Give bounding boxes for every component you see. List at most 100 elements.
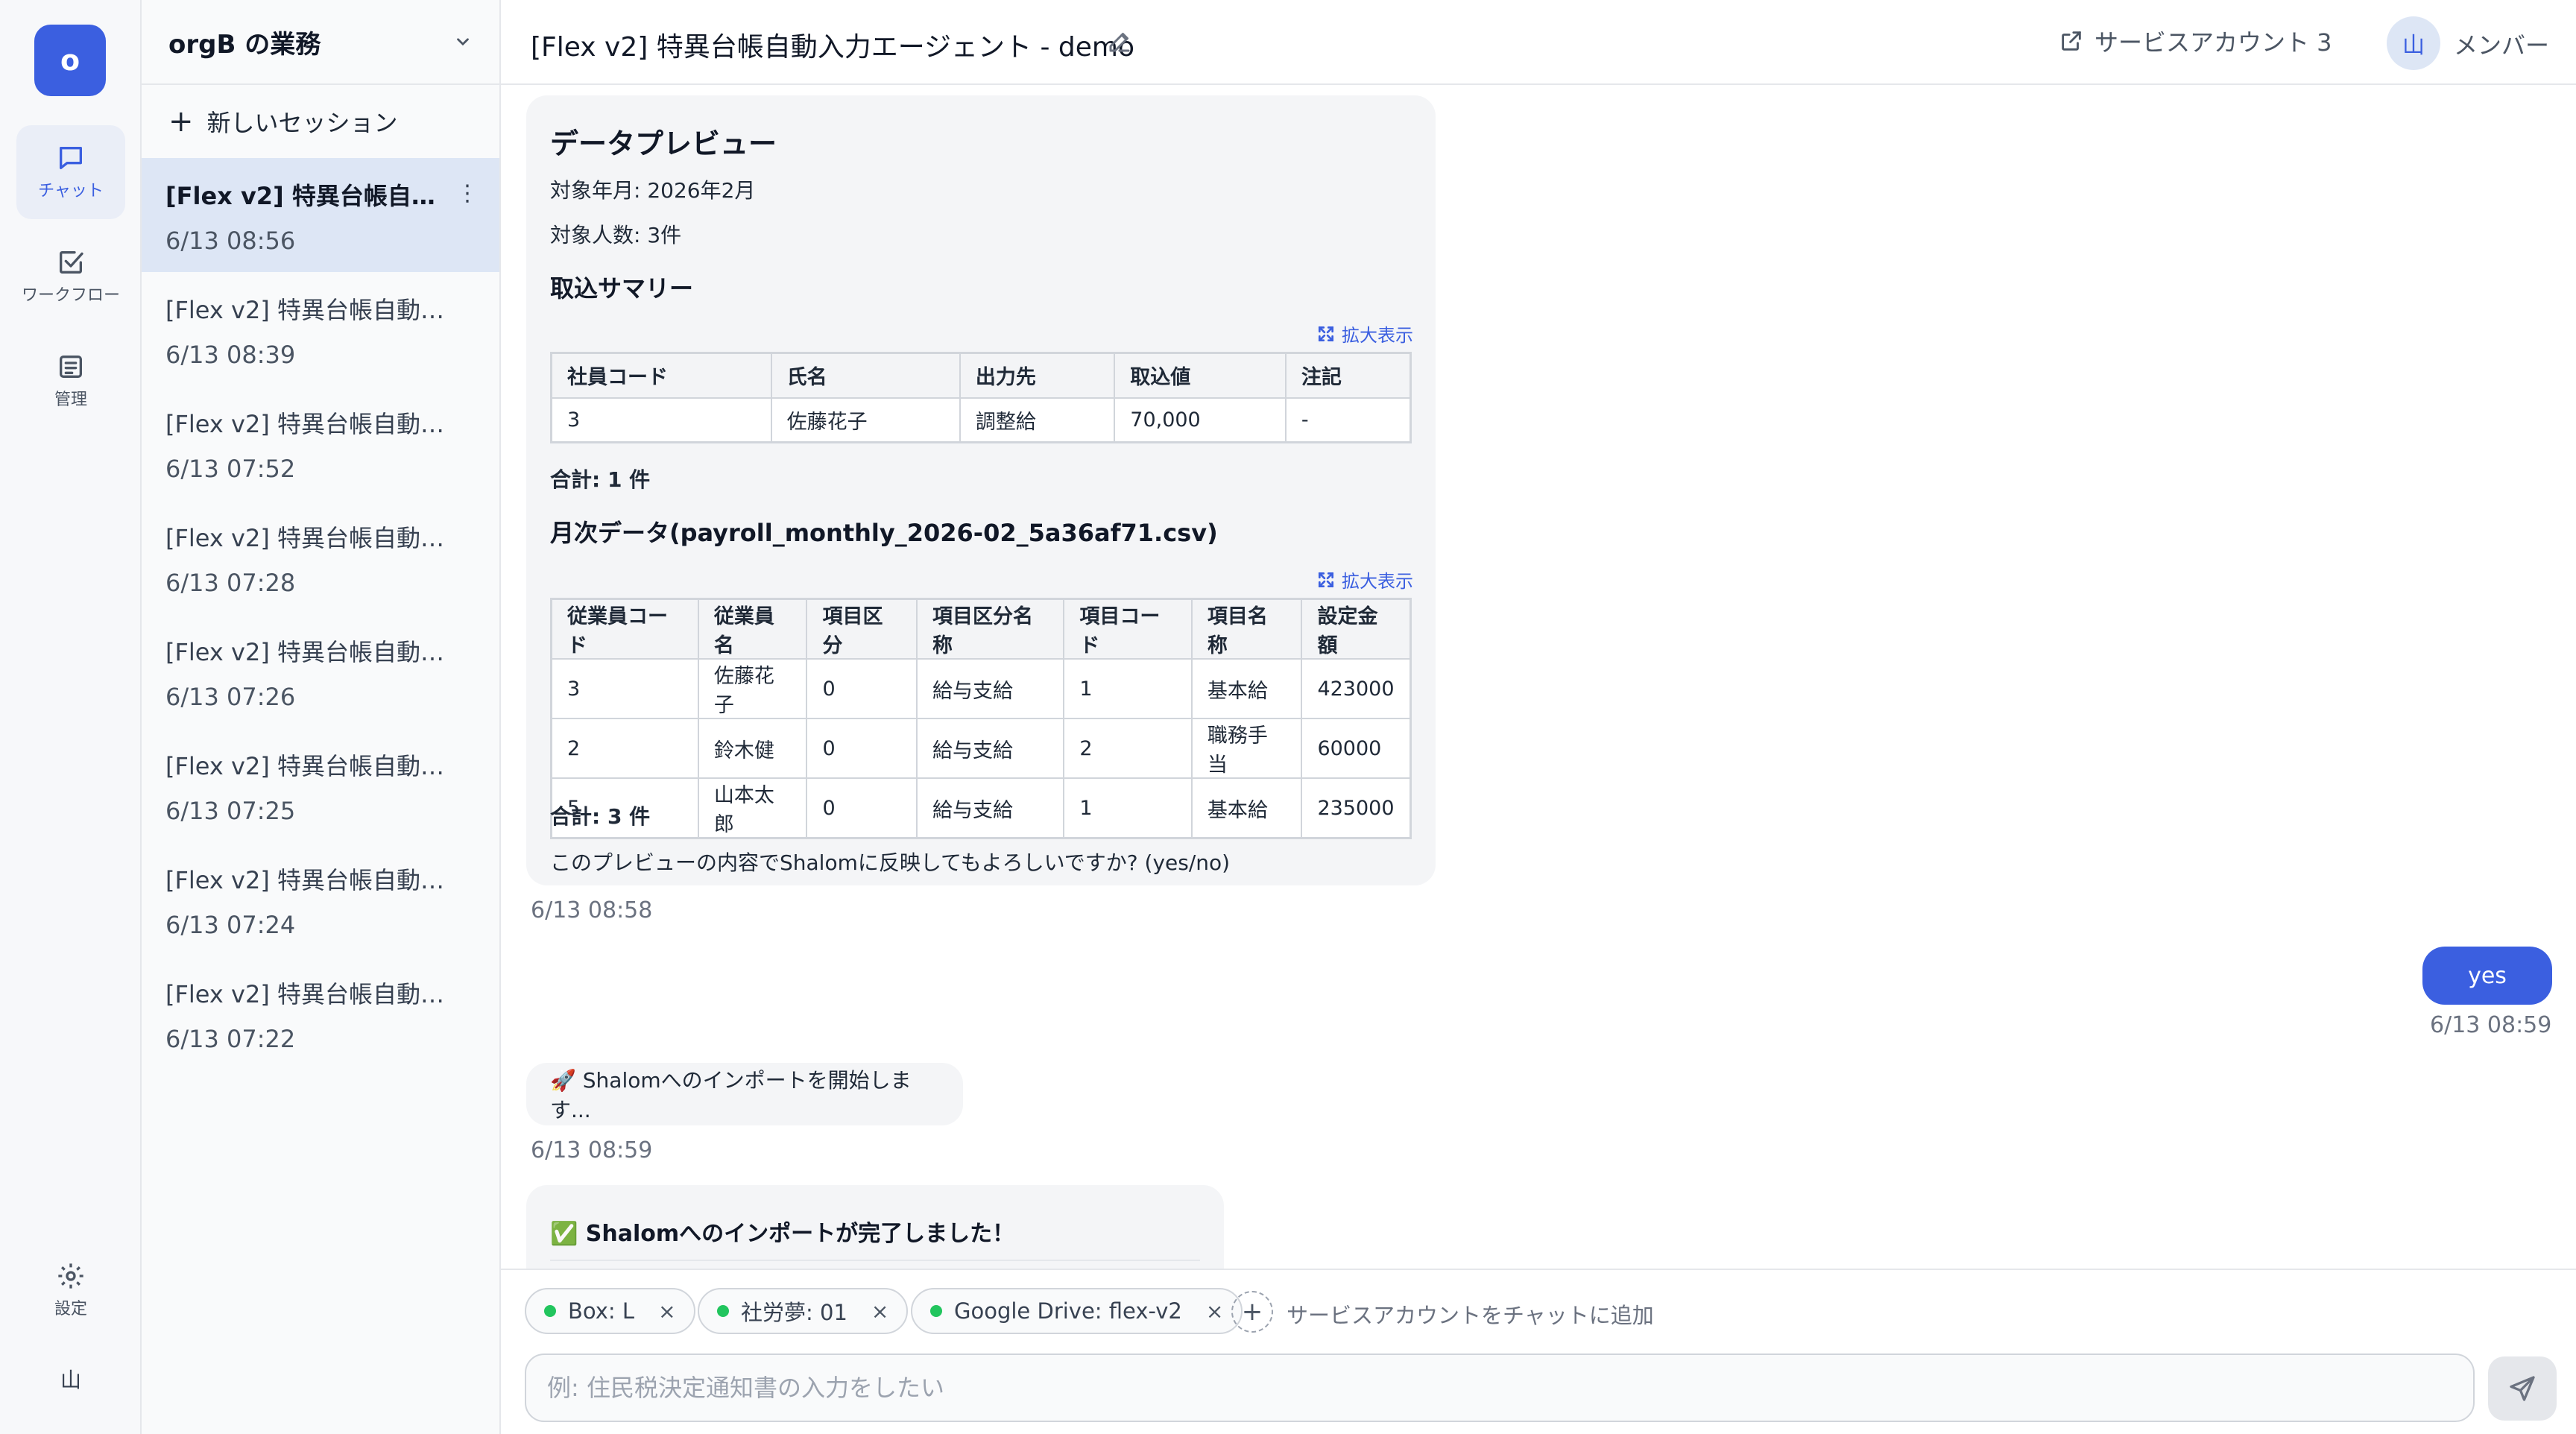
- session-panel: orgB の業務 + 新しいセッション [Flex v2] 特異台帳自動入力エー…: [142, 0, 501, 1434]
- edit-icon[interactable]: [1106, 28, 1133, 55]
- table-cell: 0: [806, 777, 918, 839]
- target-month: 対象年月: 2026年2月: [550, 178, 756, 203]
- plus-icon: +: [168, 104, 194, 139]
- message-timestamp: 6/13 08:58: [531, 897, 653, 923]
- session-time: 6/13 07:24: [165, 911, 296, 939]
- add-service-account-button[interactable]: +: [1231, 1291, 1273, 1333]
- session-title: [Flex v2] 特異台帳自動入力エージェント - demo: [165, 980, 464, 1008]
- service-chip[interactable]: 社労夢: 01 ×: [698, 1288, 909, 1334]
- message-text: ✅ Shalomへのインポートが完了しました！: [550, 1221, 1015, 1247]
- rail-item-workflow[interactable]: ワークフロー: [16, 230, 125, 323]
- table-cell: -: [1284, 397, 1412, 443]
- rail-item-admin[interactable]: 管理: [16, 334, 125, 428]
- checkbox-icon: [60, 251, 83, 274]
- monthly-table: 従業員コード 従業員名 項目区分 項目区分名称 項目コード 項目名称 設定金額 …: [550, 598, 1412, 839]
- column-header: 社員コード: [550, 352, 772, 399]
- chat-icon: [60, 147, 83, 169]
- target-count: 対象人数: 3件: [550, 223, 682, 247]
- session-title: [Flex v2] 特異台帳自動入力エージェント - demo: [165, 866, 464, 894]
- chevron-down-icon: [457, 38, 469, 46]
- table-cell: 給与支給: [916, 777, 1065, 839]
- chip-label: Box: L: [568, 1298, 635, 1324]
- chat-header: [Flex v2] 特異台帳自動入力エージェント - demo サービスアカウン…: [501, 0, 2576, 85]
- divider: [550, 1260, 1200, 1261]
- session-time: 6/13 07:22: [165, 1025, 296, 1053]
- expand-button[interactable]: 拡大表示: [1316, 320, 1413, 347]
- rail-user-avatar[interactable]: 山: [0, 1364, 142, 1394]
- session-item[interactable]: [Flex v2] 特異台帳自動入力エージェント - demo 6/13 07:…: [142, 614, 499, 728]
- rail-item-label: チャット: [38, 182, 104, 200]
- table-header-row: 従業員コード 従業員名 項目区分 項目区分名称 項目コード 項目名称 設定金額: [550, 598, 1412, 660]
- table-cell: 基本給: [1190, 658, 1303, 719]
- session-item[interactable]: [Flex v2] 特異台帳自動入力エージェント - demo 6/13 08:…: [142, 272, 499, 386]
- expand-label: 拡大表示: [1342, 325, 1413, 346]
- rail-item-label: ワークフロー: [21, 286, 120, 305]
- status-dot: [717, 1305, 729, 1317]
- assistant-message-preview: データプレビュー 対象年月: 2026年2月 対象人数: 3件 取込サマリー 拡…: [526, 95, 1436, 885]
- close-icon[interactable]: ×: [1206, 1299, 1223, 1324]
- column-header: 注記: [1284, 352, 1412, 399]
- session-item[interactable]: [Flex v2] 特異台帳自動入力エージェント - demo 6/13 07:…: [142, 386, 499, 500]
- rail-item-label: 設定: [54, 1300, 87, 1318]
- add-service-account-label[interactable]: サービスアカウントをチャットに追加: [1287, 1298, 1654, 1330]
- table-cell: 1: [1063, 658, 1193, 719]
- session-item[interactable]: [Flex v2] 特異台帳自動入力エージェント - demo 6/13 07:…: [142, 842, 499, 956]
- table-header-row: 社員コード 氏名 出力先 取込値 注記: [550, 352, 1412, 399]
- session-time: 6/13 07:28: [165, 569, 296, 597]
- external-link-icon: [2062, 31, 2081, 51]
- rail-item-chat[interactable]: チャット: [16, 125, 125, 219]
- chip-label: Google Drive: flex-v2: [954, 1298, 1182, 1324]
- table-cell: 1: [1063, 777, 1193, 839]
- confirm-question: このプレビューの内容でShalomに反映してもよろしいですか? (yes/no): [550, 850, 1231, 875]
- chat-title: [Flex v2] 特異台帳自動入力エージェント - demo: [531, 32, 1134, 63]
- summary-table: 社員コード 氏名 出力先 取込値 注記 3 佐藤花子 調整給 70,000 -: [550, 352, 1412, 443]
- session-item[interactable]: [Flex v2] 特異台帳自動入力エージェント - demo 6/13 07:…: [142, 728, 499, 842]
- org-avatar[interactable]: o: [34, 25, 106, 96]
- close-icon[interactable]: ×: [871, 1299, 888, 1324]
- table-cell: 235000: [1301, 777, 1412, 839]
- service-chip[interactable]: Box: L ×: [525, 1288, 695, 1334]
- session-item[interactable]: [Flex v2] 特異台帳自動入力エージェント - demo 6/13 07:…: [142, 500, 499, 614]
- column-header: 従業員コード: [550, 598, 699, 660]
- table-cell: 給与支給: [916, 658, 1065, 719]
- rail-item-settings[interactable]: 設定: [16, 1243, 125, 1337]
- service-chip[interactable]: Google Drive: flex-v2 ×: [911, 1288, 1243, 1334]
- list-icon: [60, 356, 82, 378]
- table-cell: 70,000: [1114, 397, 1287, 443]
- expand-button[interactable]: 拡大表示: [1316, 566, 1413, 593]
- service-accounts-link[interactable]: サービスアカウント 3: [2059, 24, 2332, 58]
- summary-heading: 取込サマリー: [550, 274, 694, 303]
- preview-title: データプレビュー: [550, 127, 777, 160]
- gear-icon: [58, 1263, 83, 1289]
- expand-label: 拡大表示: [1342, 571, 1413, 592]
- more-icon[interactable]: ⋮: [456, 180, 479, 206]
- table-cell: 0: [806, 718, 918, 779]
- message-timestamp: 6/13 08:59: [2430, 1012, 2552, 1038]
- session-item[interactable]: [Flex v2] 特異台帳自動入力エージェント - demo 6/13 07:…: [142, 956, 499, 1070]
- chat-input[interactable]: [525, 1354, 2475, 1422]
- session-time: 6/13 08:56: [165, 227, 296, 255]
- column-header: 取込値: [1114, 352, 1287, 399]
- table-cell: 423000: [1301, 658, 1412, 719]
- org-switcher[interactable]: orgB の業務: [142, 0, 499, 85]
- status-dot: [930, 1305, 942, 1317]
- table-cell: 基本給: [1190, 777, 1303, 839]
- nav-rail: o チャット ワークフロー 管理 設定 山: [0, 0, 142, 1434]
- session-item[interactable]: [Flex v2] 特異台帳自動入力エージェント - demo 6/13 08:…: [142, 158, 499, 272]
- user-role: メンバー: [2454, 31, 2550, 60]
- new-session-button[interactable]: + 新しいセッション: [142, 85, 499, 158]
- rail-item-label: 管理: [54, 391, 87, 409]
- expand-icon: [1318, 326, 1334, 341]
- message-text: 🚀 Shalomへのインポートを開始します...: [550, 1068, 912, 1122]
- close-icon[interactable]: ×: [658, 1299, 675, 1324]
- table-row: 2 鈴木健 0 給与支給 2 職務手当 60000: [550, 718, 1412, 779]
- user-avatar[interactable]: 山: [2387, 16, 2440, 70]
- column-header: 氏名: [770, 352, 961, 399]
- send-button[interactable]: [2488, 1356, 2557, 1421]
- table-cell: 3: [550, 397, 772, 443]
- column-header: 従業員名: [697, 598, 808, 660]
- send-icon: [2510, 1376, 2535, 1401]
- column-header: 項目コード: [1063, 598, 1193, 660]
- plus-icon: +: [1241, 1297, 1263, 1327]
- new-session-label: 新しいセッション: [206, 109, 398, 137]
